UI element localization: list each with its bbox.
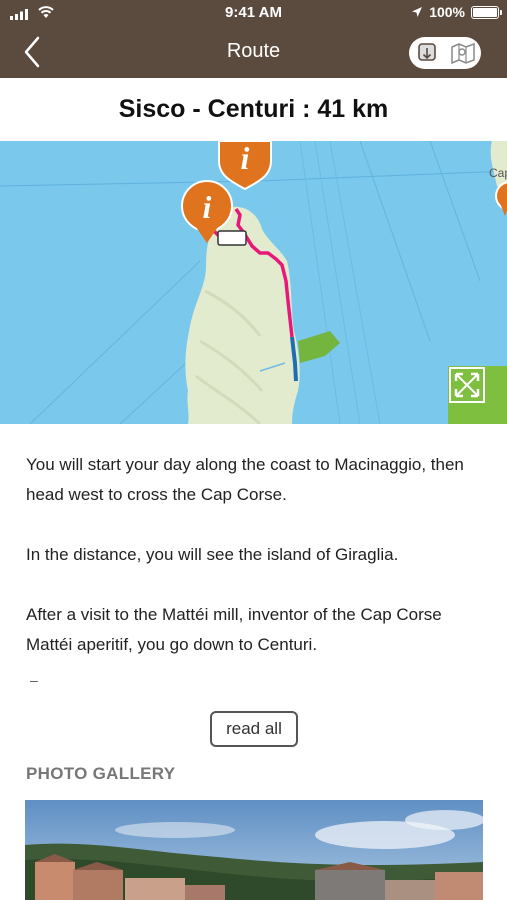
description-paragraph: In the distance, you will see the island… <box>26 545 399 564</box>
status-right: 100% <box>411 4 502 20</box>
gallery-title: PHOTO GALLERY <box>26 764 176 783</box>
battery-percent: 100% <box>429 4 465 20</box>
read-all-button[interactable]: read all <box>210 711 298 747</box>
description-paragraph: After a visit to the Mattéi mill, invent… <box>26 605 442 654</box>
map-icon <box>451 42 475 65</box>
description-paragraph: You will start your day along the coast … <box>26 455 464 504</box>
map-canvas: Cap i i <box>0 141 507 424</box>
map-toggle[interactable] <box>445 37 481 69</box>
route-map[interactable]: Cap i i <box>0 141 507 424</box>
battery-icon <box>471 5 502 19</box>
svg-text:i: i <box>203 189 212 225</box>
fullscreen-button[interactable] <box>448 366 507 424</box>
description-ellipsis: – <box>30 672 38 688</box>
village-marker <box>217 230 247 246</box>
green-island <box>298 331 340 363</box>
download-toggle[interactable] <box>409 37 445 69</box>
view-toggle[interactable] <box>409 37 481 69</box>
expand-icon <box>449 367 485 403</box>
map-label-cap: Cap <box>489 166 507 180</box>
svg-text:i: i <box>241 141 250 176</box>
village-photo <box>25 800 483 900</box>
location-arrow-icon <box>412 7 423 17</box>
nav-bar: Route <box>0 28 507 78</box>
gallery-photo[interactable] <box>25 800 483 900</box>
status-bar: 9:41 AM 100% <box>0 0 507 28</box>
info-marker[interactable] <box>495 181 507 216</box>
route-title: Sisco - Centuri : 41 km <box>118 95 389 123</box>
download-icon <box>418 43 436 61</box>
route-description: You will start your day along the coast … <box>26 450 486 690</box>
